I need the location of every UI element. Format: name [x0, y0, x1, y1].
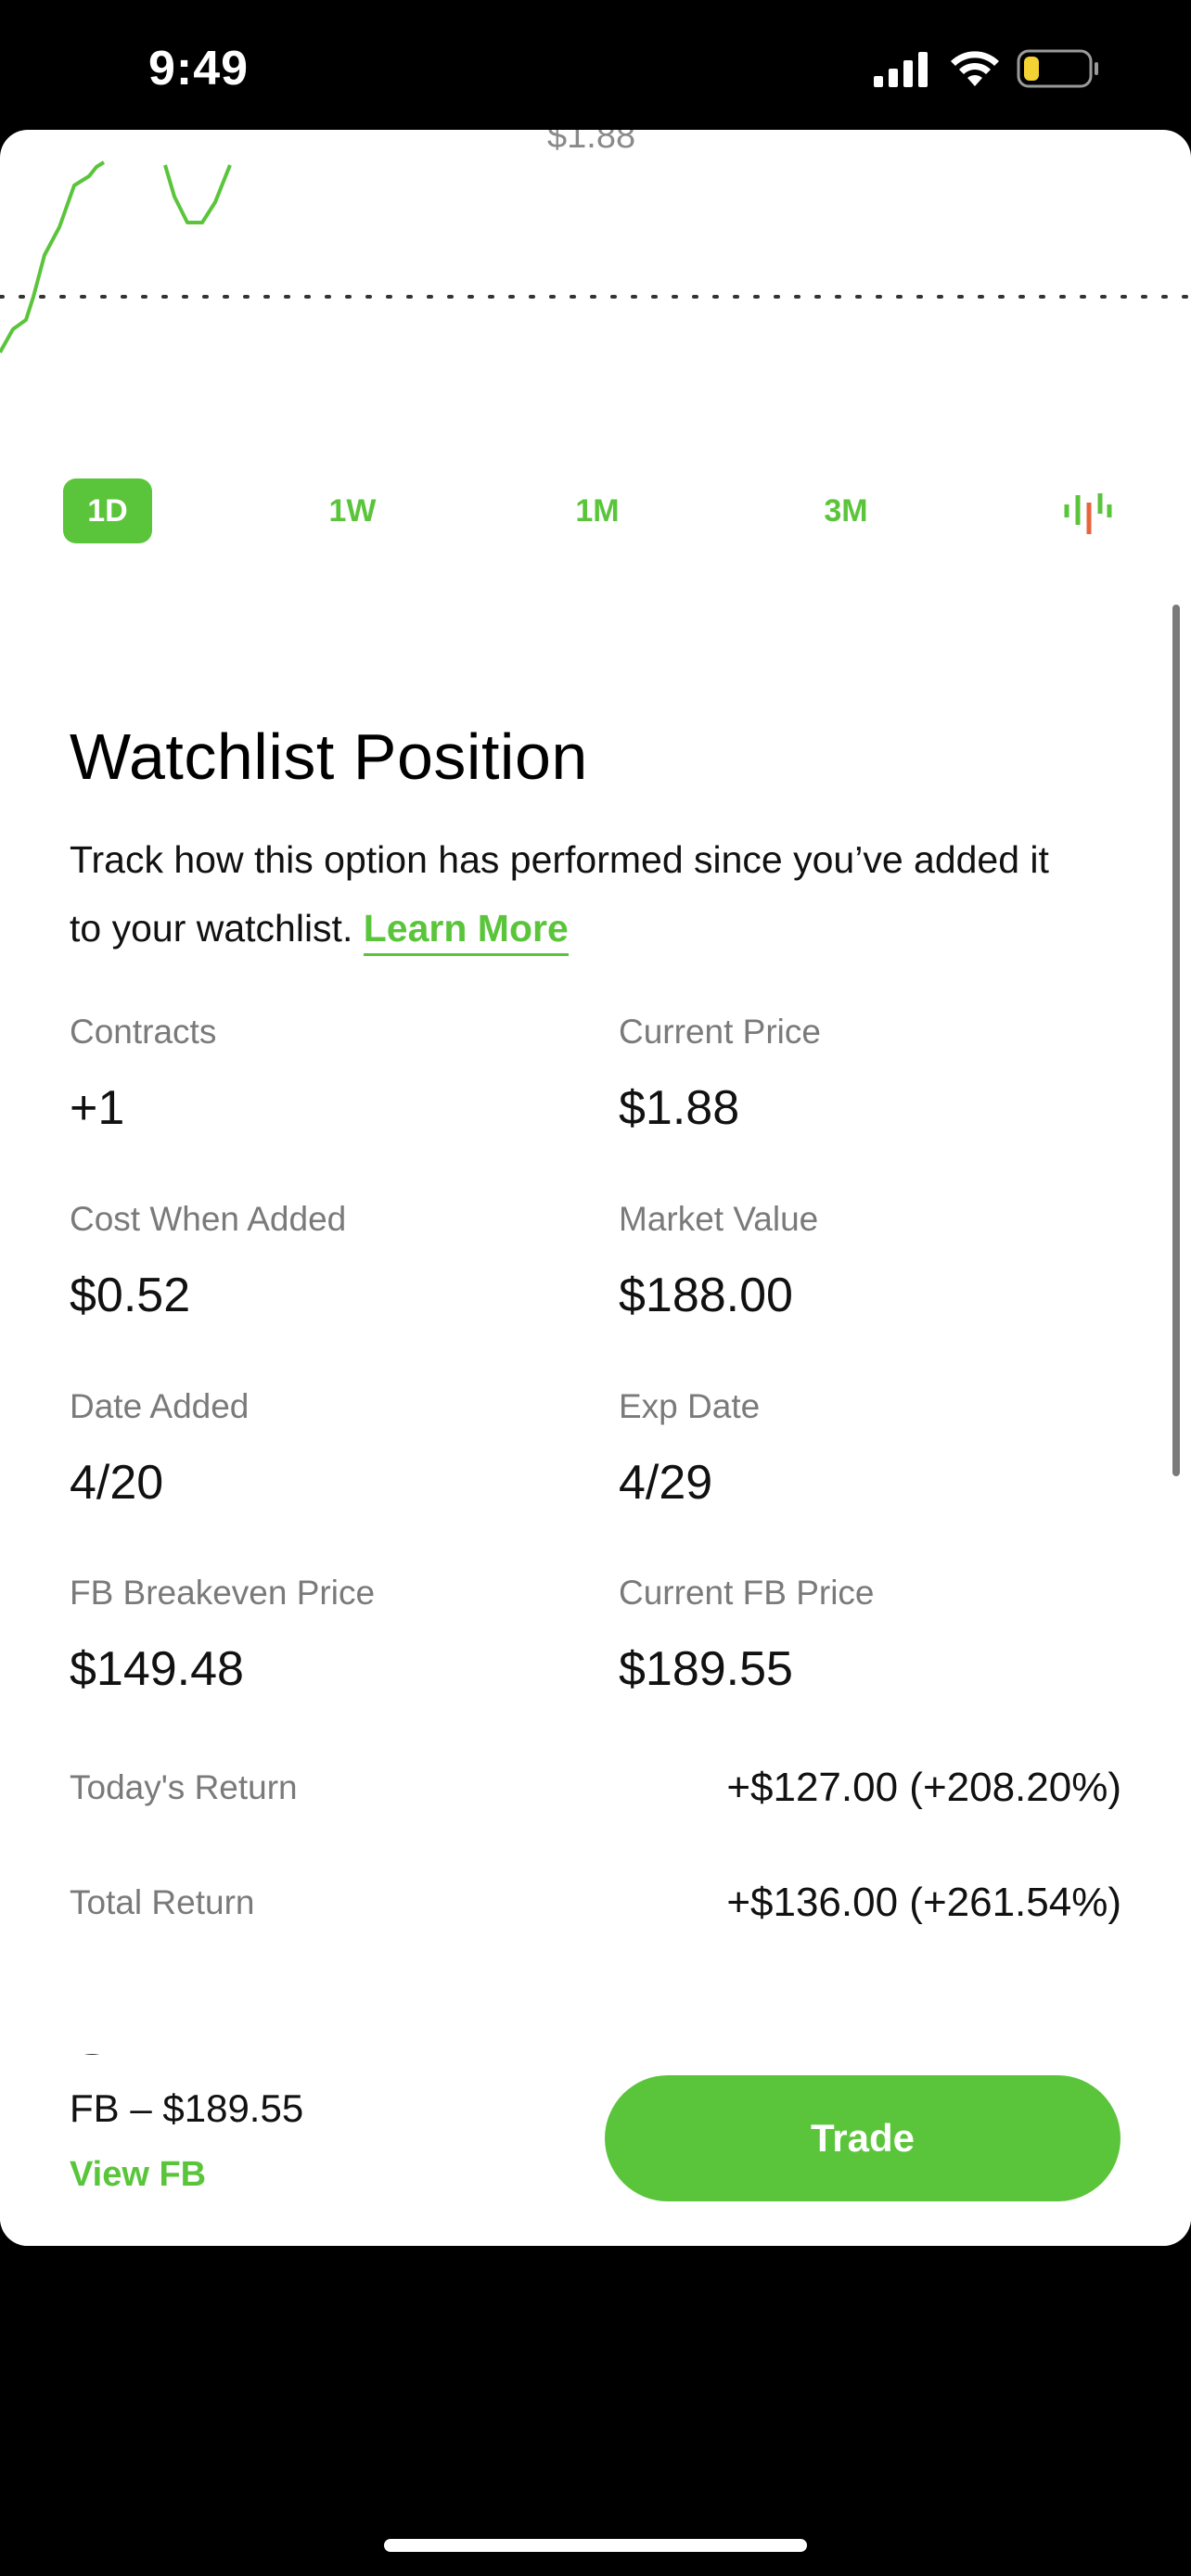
current-price-field: Current Price $1.88: [619, 1009, 1101, 1141]
exp-date-label: Exp Date: [619, 1387, 761, 1425]
learn-more-link[interactable]: Learn More: [363, 907, 569, 956]
wifi-icon: [951, 51, 999, 86]
current-price-label: Current Price: [619, 1013, 821, 1051]
current-price-value: $1.88: [619, 1081, 740, 1135]
current-fb-price-field: Current FB Price $189.55: [619, 1570, 1101, 1702]
total-return-value: +$136.00 (+261.54%): [726, 1880, 1121, 1925]
current-fb-price-label: Current FB Price: [619, 1574, 875, 1612]
breakeven-price-value: $149.48: [70, 1642, 244, 1696]
tab-3m[interactable]: 3M: [800, 478, 892, 543]
price-chart[interactable]: $1.88: [0, 130, 1191, 427]
trade-button[interactable]: Trade: [605, 2075, 1121, 2201]
ticker-price: FB – $189.55: [70, 2086, 304, 2130]
price-chart-svg: [0, 160, 1191, 353]
todays-return-row: Today's Return +$127.00 (+208.20%): [70, 1760, 1121, 1816]
battery-icon: [1017, 49, 1098, 88]
status-bar: 9:49: [0, 0, 1191, 130]
section-title-watchlist-position: Watchlist Position: [70, 721, 588, 793]
bottom-trade-bar: FB – $189.55 View FB Trade: [0, 2055, 1191, 2246]
market-value-label: Market Value: [619, 1200, 819, 1238]
current-fb-price-value: $189.55: [619, 1642, 793, 1696]
total-return-row: Total Return +$136.00 (+261.54%): [70, 1875, 1121, 1931]
todays-return-label: Today's Return: [70, 1768, 298, 1806]
view-stock-link[interactable]: View FB: [70, 2155, 206, 2195]
cost-when-added-value: $0.52: [70, 1269, 191, 1322]
exp-date-value: 4/29: [619, 1456, 713, 1510]
cost-when-added-field: Cost When Added $0.52: [70, 1196, 552, 1328]
status-icons: [874, 46, 1100, 91]
contracts-label: Contracts: [70, 1013, 217, 1051]
home-indicator[interactable]: [384, 2539, 807, 2552]
tab-1m[interactable]: 1M: [551, 478, 644, 543]
todays-return-value: +$127.00 (+208.20%): [726, 1765, 1121, 1810]
option-detail-sheet[interactable]: $1.88 1D 1W 1M 3M Watchlist Position Tra…: [0, 130, 1191, 2246]
chart-price-line: [0, 160, 106, 353]
status-time: 9:49: [148, 42, 250, 96]
breakeven-price-label: FB Breakeven Price: [70, 1574, 376, 1612]
chart-price-label: $1.88: [547, 130, 636, 156]
chart-price-line-segment: [163, 164, 232, 224]
exp-date-field: Exp Date 4/29: [619, 1384, 1101, 1515]
range-tabs: 1D 1W 1M 3M: [0, 478, 1191, 543]
contracts-value: +1: [70, 1081, 125, 1135]
candlestick-icon[interactable]: [1061, 488, 1113, 540]
tab-1d[interactable]: 1D: [63, 478, 152, 543]
market-value-field: Market Value $188.00: [619, 1196, 1101, 1328]
date-added-label: Date Added: [70, 1387, 250, 1425]
breakeven-price-field: FB Breakeven Price $149.48: [70, 1570, 552, 1702]
section-description: Track how this option has performed sinc…: [70, 825, 1090, 963]
total-return-label: Total Return: [70, 1883, 255, 1921]
market-value-value: $188.00: [619, 1269, 793, 1322]
date-added-field: Date Added 4/20: [70, 1384, 552, 1515]
contracts-field: Contracts +1: [70, 1009, 552, 1141]
date-added-value: 4/20: [70, 1456, 164, 1510]
cost-when-added-label: Cost When Added: [70, 1200, 347, 1238]
signal-icon: [874, 52, 928, 87]
tab-1w[interactable]: 1W: [306, 478, 399, 543]
scrollbar[interactable]: [1172, 605, 1180, 1476]
